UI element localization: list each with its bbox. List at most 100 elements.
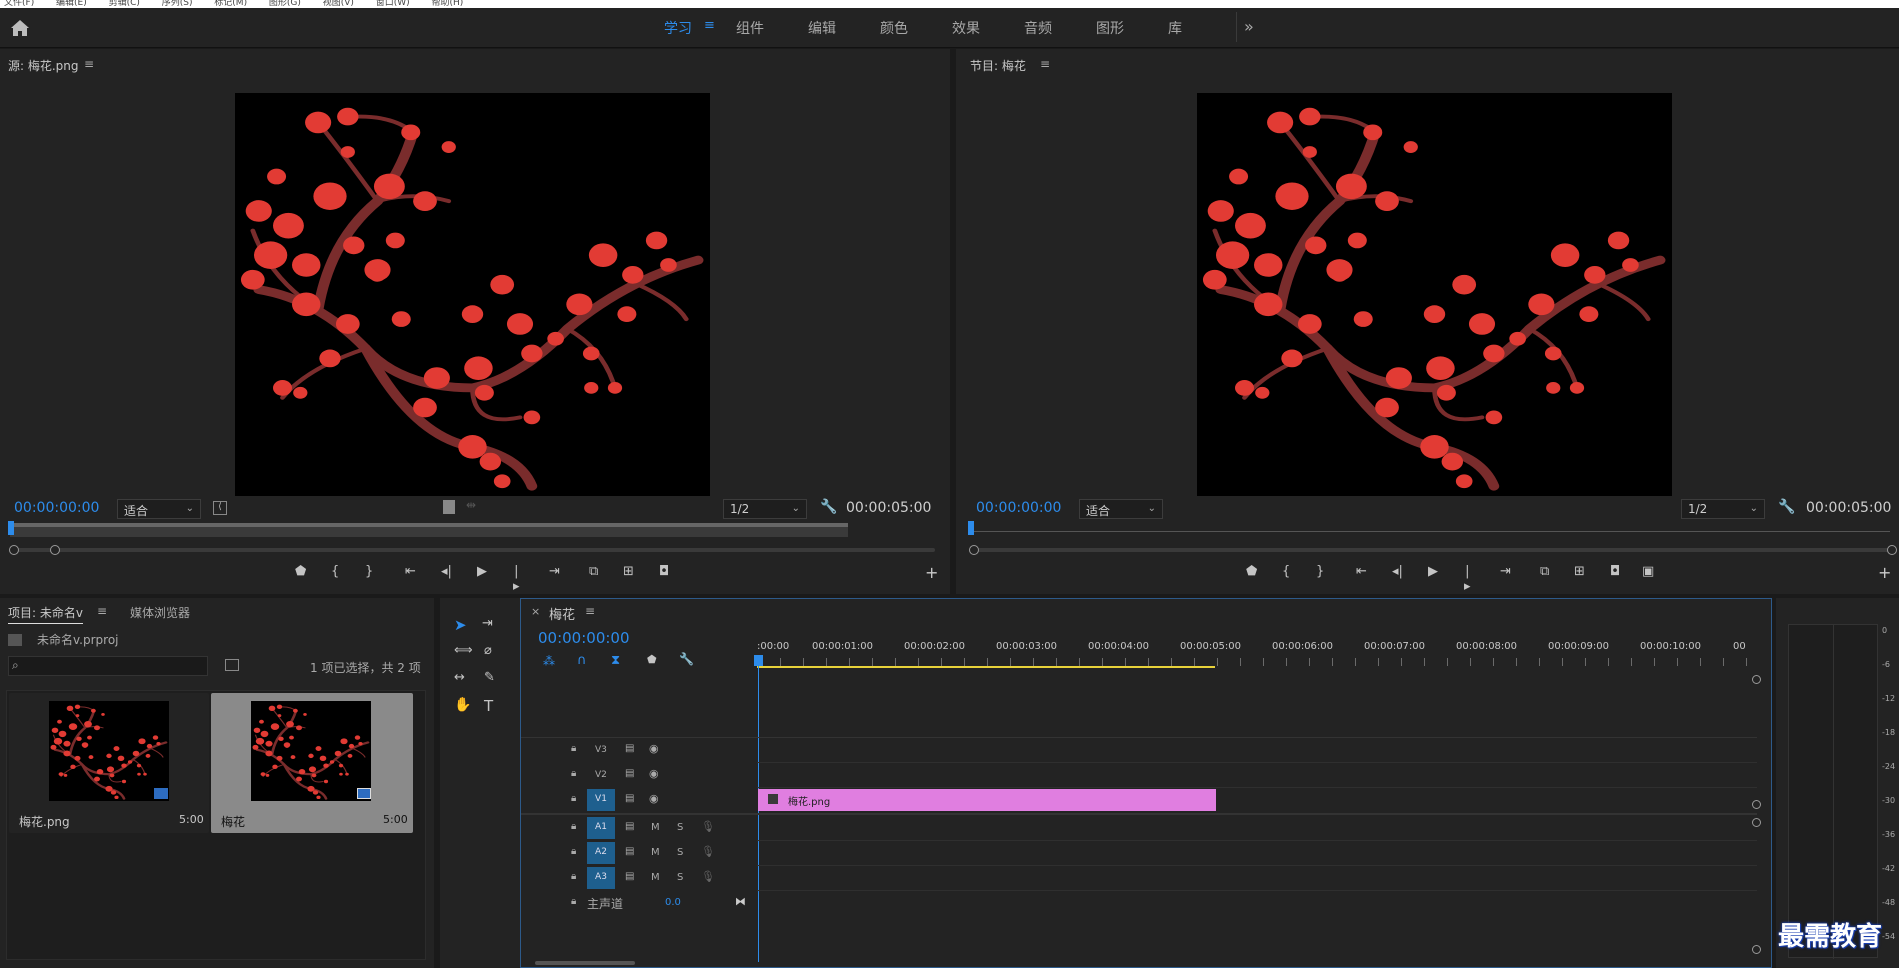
program-zoom-dropdown[interactable]: 适合 ⌄	[1079, 499, 1163, 519]
program-zoom-bar[interactable]	[970, 548, 1890, 552]
home-icon[interactable]	[8, 17, 32, 39]
add-marker-icon[interactable]: ⬟	[1246, 564, 1257, 579]
project-item-plum-png[interactable]: 梅花.png 5:00	[9, 693, 209, 833]
go-to-master-icon[interactable]: ⧓	[735, 895, 746, 908]
mark-in-icon[interactable]: {	[331, 564, 339, 579]
wrench-icon[interactable]: 🔧	[679, 652, 694, 666]
razor-tool-icon[interactable]: ⌀	[484, 643, 492, 658]
tab-editing[interactable]: 编辑	[808, 18, 836, 38]
toggle-sync-icon[interactable]: ▤	[625, 871, 634, 882]
drag-video-icon[interactable]: ⟨	[213, 501, 227, 515]
step-forward-icon[interactable]: |▸	[1464, 564, 1471, 594]
lock-icon[interactable]: 🔒︎	[571, 821, 576, 832]
menu-window[interactable]: 窗口(W)	[376, 0, 410, 8]
project-search-input[interactable]: ⌕	[8, 656, 208, 676]
track-label-v2[interactable]: V2	[595, 770, 607, 780]
program-time-ruler[interactable]	[968, 521, 1890, 537]
timeline-ruler[interactable]: :00:00 00:00:01:00 00:00:02:00 00:00:03:…	[757, 641, 1757, 671]
work-area-bar[interactable]	[757, 666, 1215, 668]
menu-sequence[interactable]: 序列(S)	[162, 0, 193, 8]
toggle-sync-icon[interactable]: ▤	[625, 846, 634, 857]
go-to-out-icon[interactable]: ⇥	[549, 564, 560, 579]
source-resolution-dropdown[interactable]: 1/2 ⌄	[723, 499, 807, 519]
slip-tool-icon[interactable]: ↔	[454, 670, 465, 685]
sequence-menu-icon[interactable]: ≡	[585, 604, 595, 618]
toggle-sync-icon[interactable]: ▤	[625, 768, 634, 779]
solo-button[interactable]: S	[677, 872, 683, 883]
ripple-edit-tool-icon[interactable]: ⟺	[454, 643, 473, 658]
lock-icon[interactable]: 🔒︎	[571, 896, 576, 907]
source-monitor-title[interactable]: 源: 梅花.png	[8, 57, 79, 74]
play-icon[interactable]: ▶	[1428, 564, 1438, 579]
eye-icon[interactable]: ◉	[649, 792, 659, 805]
tab-color[interactable]: 颜色	[880, 18, 908, 38]
menu-graphics[interactable]: 图形(G)	[269, 0, 301, 8]
track-label-v3[interactable]: V3	[595, 745, 607, 755]
tab-graphics[interactable]: 图形	[1096, 18, 1124, 38]
workspace-more-button[interactable]: »	[1236, 12, 1262, 42]
program-playhead-timecode[interactable]: 00:00:00:00	[976, 500, 1061, 516]
camera-icon[interactable]: ◘	[1610, 564, 1620, 579]
mark-out-icon[interactable]: }	[1316, 564, 1324, 579]
pen-tool-icon[interactable]: ✎	[484, 670, 495, 685]
lift-icon[interactable]: ⧉	[1540, 564, 1549, 579]
lock-icon[interactable]: 🔒︎	[571, 846, 576, 857]
program-playhead[interactable]	[968, 521, 974, 535]
track-select-tool-icon[interactable]: ⇥	[482, 616, 493, 631]
lock-icon[interactable]: 🔒︎	[571, 793, 576, 804]
tab-assembly[interactable]: 组件	[736, 18, 764, 38]
selection-tool-icon[interactable]: ➤	[454, 616, 467, 634]
snap-magnet-icon[interactable]: ∩	[577, 653, 587, 668]
timeline-playhead-timecode[interactable]: 00:00:00:00	[538, 629, 630, 647]
tab-effects[interactable]: 效果	[952, 18, 980, 38]
menu-marker[interactable]: 标记(M)	[214, 0, 247, 8]
menu-file[interactable]: 文件(F)	[4, 0, 34, 8]
program-zoom-handle-left[interactable]	[969, 545, 979, 555]
add-marker-icon[interactable]: ⬟	[647, 653, 657, 666]
source-monitor-menu-icon[interactable]: ≡	[84, 57, 94, 71]
go-to-in-icon[interactable]: ⇤	[1356, 564, 1367, 579]
source-zoom-bar[interactable]	[10, 548, 935, 552]
comparison-view-icon[interactable]: ▣	[1642, 564, 1654, 579]
export-frame-icon[interactable]	[443, 500, 455, 514]
source-zoom-handle-right[interactable]	[50, 545, 60, 555]
step-forward-icon[interactable]: |▸	[513, 564, 520, 594]
program-monitor-title[interactable]: 节目: 梅花	[970, 57, 1026, 74]
timeline-playhead-handle[interactable]	[754, 655, 763, 666]
mute-button[interactable]: M	[651, 822, 660, 833]
lock-icon[interactable]: 🔒︎	[571, 743, 576, 754]
track-target-a2[interactable]: A2	[587, 842, 615, 864]
menu-edit[interactable]: 编辑(E)	[56, 0, 87, 8]
eye-icon[interactable]: ◉	[649, 767, 659, 780]
track-target-a1[interactable]: A1	[587, 817, 615, 839]
wrench-icon[interactable]: 🔧	[1778, 499, 1795, 515]
play-icon[interactable]: ▶	[477, 564, 487, 579]
close-tab-icon[interactable]: ×	[531, 605, 540, 618]
overwrite-icon[interactable]: ⊞	[623, 564, 634, 579]
tab-learn-menu-icon[interactable]: ≡	[704, 18, 715, 33]
add-button-icon[interactable]: +	[925, 563, 938, 582]
track-target-a3[interactable]: A3	[587, 867, 615, 889]
toggle-sync-icon[interactable]: ▤	[625, 821, 634, 832]
project-menu-icon[interactable]: ≡	[97, 604, 107, 618]
nest-icon[interactable]: ⁂	[543, 654, 555, 668]
hand-tool-icon[interactable]: ✋	[454, 697, 471, 713]
lock-icon[interactable]: 🔒︎	[571, 871, 576, 882]
source-playhead[interactable]	[8, 521, 14, 535]
new-search-bin-icon[interactable]	[225, 659, 239, 671]
eye-icon[interactable]: ◉	[649, 742, 659, 755]
video-scroll-bottom[interactable]	[1752, 800, 1761, 809]
wrench-icon[interactable]: 🔧	[820, 499, 837, 515]
source-zoom-handle-left[interactable]	[9, 545, 19, 555]
go-to-out-icon[interactable]: ⇥	[1500, 564, 1511, 579]
audio-scroll-top[interactable]	[1752, 818, 1761, 827]
source-zoom-dropdown[interactable]: 适合 ⌄	[117, 499, 201, 519]
microphone-icon[interactable]: 🎙︎	[701, 870, 715, 883]
video-scroll-top[interactable]	[1752, 675, 1761, 684]
source-time-ruler[interactable]	[8, 521, 848, 537]
timeline-clip[interactable]: 梅花.png	[758, 789, 1216, 811]
master-volume-value[interactable]: 0.0	[665, 897, 681, 908]
microphone-icon[interactable]: 🎙︎	[701, 845, 715, 858]
camera-icon[interactable]: ◘	[659, 564, 669, 579]
menu-view[interactable]: 视图(V)	[323, 0, 354, 8]
